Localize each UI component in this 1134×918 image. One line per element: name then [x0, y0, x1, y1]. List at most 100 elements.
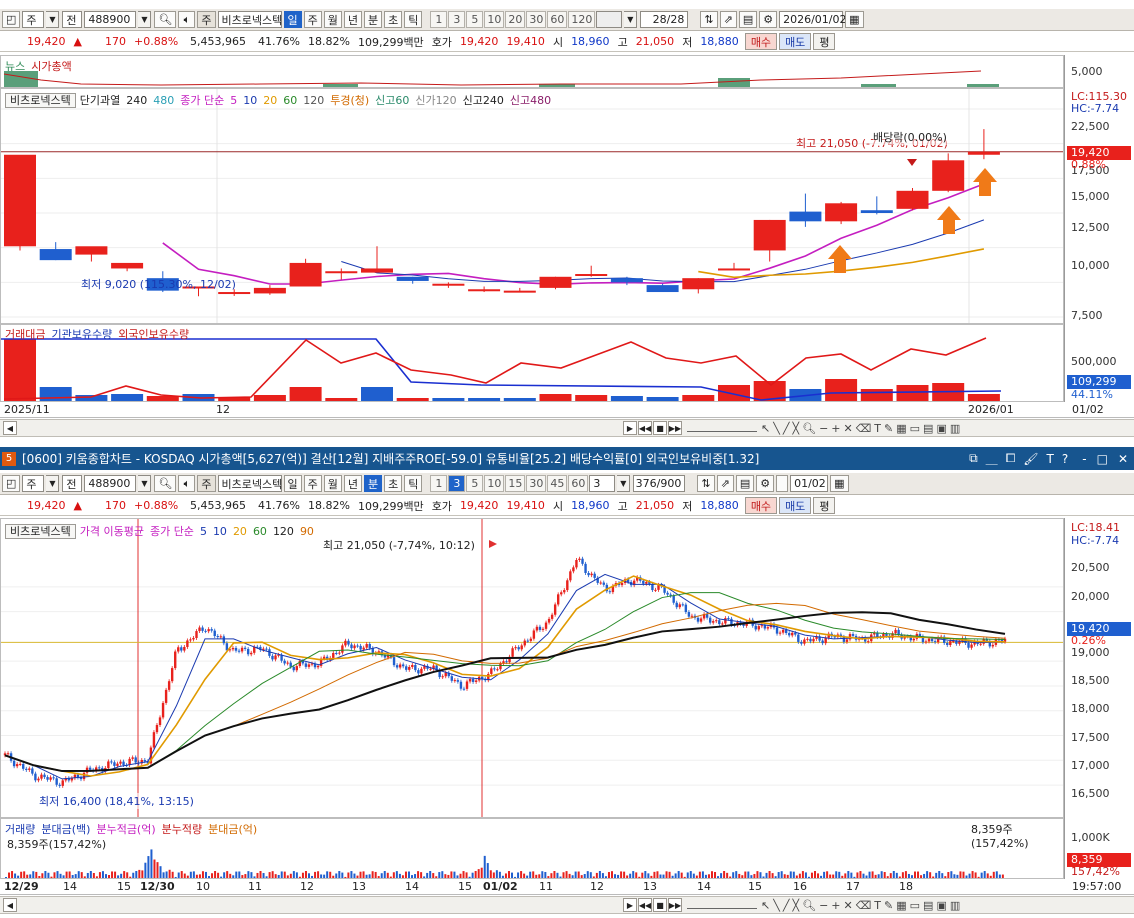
buy-button[interactable]: 매수 [744, 497, 778, 514]
calendar-icon[interactable]: ▦ [830, 475, 849, 492]
cursor-icon[interactable]: ↖ [761, 422, 770, 435]
interval-10[interactable]: 10 [484, 475, 505, 492]
chevron-down-icon[interactable]: ▼ [138, 11, 152, 28]
interval-1[interactable]: 1 [430, 11, 448, 28]
minute-stock-name[interactable]: 비츠로넥스텍 [5, 523, 76, 539]
eraser-icon[interactable]: ⌫ [856, 422, 872, 435]
avg-button[interactable]: 평 [813, 497, 836, 514]
interval-input[interactable]: 3 [589, 475, 616, 492]
paint-icon[interactable]: 🖌 [1023, 452, 1038, 466]
interval-input[interactable] [596, 11, 623, 28]
text-icon[interactable]: T [874, 899, 881, 912]
pen-icon[interactable]: ✎ [884, 422, 893, 435]
interval-10[interactable]: 10 [484, 11, 505, 28]
chevron-down-icon[interactable]: ▼ [46, 475, 60, 492]
line-icon[interactable]: ╳ [792, 899, 799, 912]
zoom-in-icon[interactable]: 🔍︎ [802, 899, 816, 912]
type-select[interactable]: 주 [22, 475, 45, 492]
stop-icon[interactable]: ■ [653, 898, 667, 912]
interval-3[interactable]: 3 [448, 475, 466, 492]
drawing-tools[interactable]: ↖ ╲ ╱ ╳ 🔍︎ − + ✕ ⌫ T ✎ ▦ ▭ ▤ ▣ ▥ [761, 422, 960, 435]
calc-icon[interactable]: ▣ [936, 422, 946, 435]
scroll-left-icon[interactable]: ◀ [3, 898, 17, 912]
screen-link-icon[interactable]: ◰ [2, 11, 21, 28]
period-month[interactable]: 월 [323, 11, 342, 28]
daily-volume-pane[interactable]: 거래대금 기관보유수량 외국인보유수량 [0, 324, 1064, 402]
calc-icon[interactable]: ▣ [936, 899, 946, 912]
drawing-tools[interactable]: ↖ ╲ ╱ ╳ 🔍︎ − + ✕ ⌫ T ✎ ▦ ▭ ▤ ▣ ▥ [761, 899, 960, 912]
skip-forward-icon[interactable]: ▶▶ [668, 421, 682, 435]
text-icon[interactable]: T [874, 422, 881, 435]
grid-icon[interactable]: ▦ [896, 422, 906, 435]
screen-link-icon[interactable]: ◰ [2, 475, 21, 492]
period-minute[interactable]: 분 [364, 475, 383, 492]
avg-button[interactable]: 평 [813, 33, 836, 50]
date-field[interactable]: 2026/01/02 [779, 11, 847, 28]
interval-15[interactable]: 15 [505, 475, 526, 492]
zoom-in-icon[interactable]: 🔍︎ [802, 422, 816, 435]
code-input[interactable]: 488900 [84, 475, 137, 492]
count-field[interactable]: 376/900 [633, 475, 686, 492]
chevron-down-icon[interactable]: ▼ [46, 11, 60, 28]
sell-button[interactable]: 매도 [779, 33, 812, 50]
interval-30[interactable]: 30 [526, 11, 547, 28]
search-icon[interactable]: 🔍︎ [154, 11, 177, 28]
period-week[interactable]: 주 [303, 11, 322, 28]
chevron-down-icon[interactable]: ▼ [617, 475, 631, 492]
period-second[interactable]: 초 [384, 475, 403, 492]
code-input[interactable]: 488900 [84, 11, 137, 28]
skip-forward-icon[interactable]: ▶▶ [668, 898, 682, 912]
top-scrollbar[interactable]: ◀ ▶ ◀◀ ■ ▶▶ ↖ ╲ ╱ ╳ 🔍︎ − + ✕ ⌫ T ✎ ▦ ▭ ▤ ▣ ▥ [0, 419, 1134, 437]
layout-icon[interactable]: ▥ [950, 899, 960, 912]
interval-1[interactable]: 1 [430, 475, 448, 492]
plus-icon[interactable]: + [831, 899, 840, 912]
save-icon[interactable]: ▤ [735, 475, 755, 492]
restore-icon[interactable]: ⧉ [969, 451, 978, 466]
box-icon[interactable]: ▭ [910, 899, 920, 912]
gear-icon[interactable]: ⚙︎ [759, 11, 778, 28]
period-second[interactable]: 초 [384, 11, 403, 28]
period-year[interactable]: 년 [343, 475, 362, 492]
line-icon[interactable]: ╱ [783, 422, 790, 435]
period-month[interactable]: 월 [323, 475, 342, 492]
help-icon[interactable]: ? [1062, 452, 1068, 466]
chart-tool-icon[interactable]: ⇅ [700, 11, 718, 28]
sell-button[interactable]: 매도 [779, 497, 812, 514]
cross-icon[interactable]: ✕ [844, 422, 853, 435]
interval-20[interactable]: 20 [505, 11, 526, 28]
period-day[interactable]: 일 [283, 11, 302, 28]
zoom-slider[interactable] [687, 424, 757, 432]
minimize-tray-icon[interactable]: ＿ [986, 450, 998, 467]
checkbox[interactable] [776, 475, 789, 492]
speaker-icon[interactable]: 🔈︎ [178, 11, 196, 28]
market-select[interactable]: 전 [62, 11, 83, 28]
chevron-down-icon[interactable]: ▼ [138, 475, 152, 492]
speaker-icon[interactable]: 🔈︎ [178, 475, 196, 492]
interval-60[interactable]: 60 [547, 11, 568, 28]
scroll-right-icon[interactable]: ▶ [623, 898, 637, 912]
minus-icon[interactable]: − [819, 899, 828, 912]
cross-icon[interactable]: ✕ [844, 899, 853, 912]
save-icon[interactable]: ▤ [738, 11, 758, 28]
search-icon[interactable]: 🔍︎ [154, 475, 177, 492]
chart-tool-icon[interactable]: ⇅ [697, 475, 715, 492]
chart-icon[interactable]: ▤ [923, 422, 933, 435]
line-icon[interactable]: ╱ [783, 899, 790, 912]
scroll-right-icon[interactable]: ▶ [623, 421, 637, 435]
scroll-left-icon[interactable]: ◀ [3, 421, 17, 435]
calendar-icon[interactable]: ▦ [845, 11, 864, 28]
gear-icon[interactable]: ⚙︎ [756, 475, 775, 492]
minute-volume-pane[interactable]: 거래량 분대금(백) 분누적금(억) 분누적량 분대금(억) 8,359주(15… [0, 818, 1064, 879]
daily-price-pane[interactable]: 비츠로넥스텍 단기과열 240 480 종가 단순 5 10 20 60 120… [0, 88, 1064, 324]
pen-icon[interactable]: ✎ [884, 899, 893, 912]
line-icon[interactable]: ╲ [773, 899, 780, 912]
period-minute[interactable]: 분 [364, 11, 383, 28]
chevron-down-icon[interactable]: ▼ [624, 11, 638, 28]
minimize-icon[interactable]: - [1082, 452, 1086, 466]
date-field[interactable]: 01/02 [790, 475, 829, 492]
period-tick[interactable]: 틱 [404, 475, 423, 492]
market-select[interactable]: 전 [62, 475, 83, 492]
interval-5[interactable]: 5 [466, 11, 484, 28]
chart-icon[interactable]: ▤ [923, 899, 933, 912]
interval-3[interactable]: 3 [448, 11, 466, 28]
